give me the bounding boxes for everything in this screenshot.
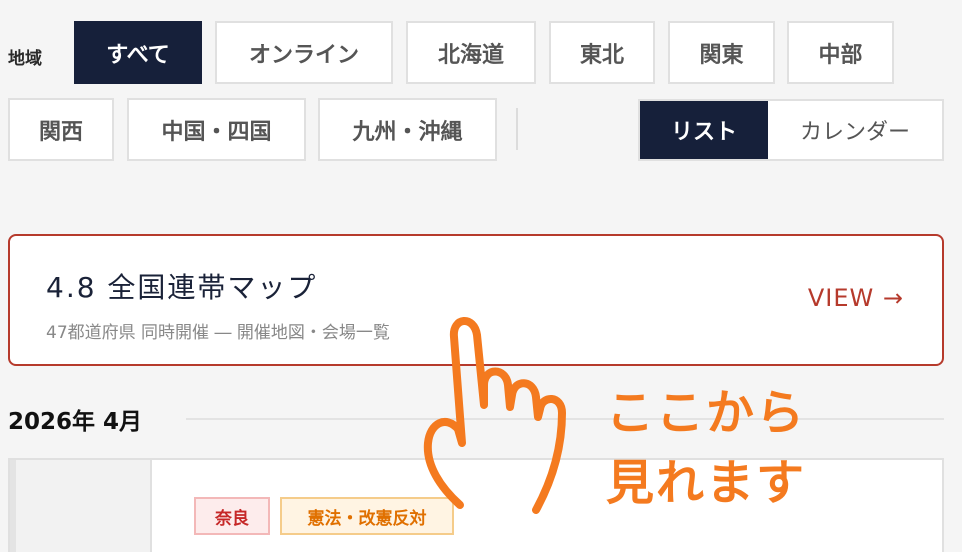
pointing-hand-icon bbox=[423, 317, 566, 514]
region-chip-chubu[interactable]: 中部 bbox=[787, 21, 894, 84]
month-heading: 2026年 4月 bbox=[8, 409, 143, 435]
calendar-view-button[interactable]: カレンダー bbox=[768, 101, 942, 159]
annotation-text: ここから 見れます bbox=[606, 378, 806, 518]
region-chip-kanto[interactable]: 関東 bbox=[668, 21, 775, 84]
map-card-view-link[interactable]: VIEW → bbox=[808, 284, 904, 312]
region-filter-label: 地域 bbox=[8, 49, 42, 69]
region-chip-kansai[interactable]: 関西 bbox=[8, 98, 114, 161]
region-chip-tohoku[interactable]: 東北 bbox=[549, 21, 655, 84]
region-chip-chugoku-shikoku[interactable]: 中国・四国 bbox=[127, 98, 306, 161]
map-card-subtitle: 47都道府県 同時開催 ― 開催地図・会場一覧 bbox=[46, 323, 390, 343]
region-chip-online[interactable]: オンライン bbox=[215, 21, 393, 84]
region-chip-kyushu-okinawa[interactable]: 九州・沖縄 bbox=[318, 98, 497, 161]
list-view-button[interactable]: リスト bbox=[640, 101, 768, 159]
region-chip-hokkaido[interactable]: 北海道 bbox=[406, 21, 536, 84]
annotation-line-1: ここから bbox=[606, 385, 807, 441]
filter-divider bbox=[516, 108, 518, 150]
event-region-tag: 奈良 bbox=[194, 497, 270, 535]
annotation-line-2: 見れます bbox=[606, 455, 807, 511]
region-chip-all[interactable]: すべて bbox=[74, 21, 202, 84]
map-card-title: 4.8 全国連帯マップ bbox=[46, 271, 318, 304]
event-thumbnail bbox=[10, 460, 152, 552]
view-toggle: リスト カレンダー bbox=[638, 99, 944, 161]
